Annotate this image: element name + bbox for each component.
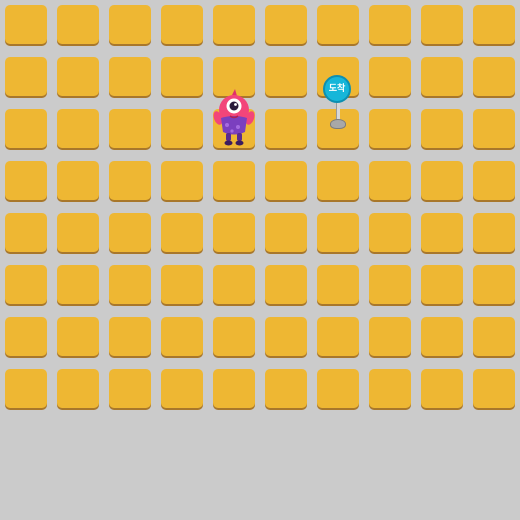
board-tile[interactable] [213,317,255,356]
board-tile[interactable] [265,161,307,200]
board-tile[interactable] [421,317,463,356]
arrival-sign-icon: 도착 [323,75,351,103]
board-tile[interactable] [369,369,411,408]
board-tile[interactable] [317,265,359,304]
board-tile[interactable] [109,161,151,200]
board-tile[interactable] [109,265,151,304]
board-tile[interactable] [317,161,359,200]
board-tile[interactable] [57,213,99,252]
board-tile[interactable] [57,317,99,356]
board-tile[interactable] [57,5,99,44]
board-tile[interactable] [213,161,255,200]
board-tile[interactable] [57,57,99,96]
board-tile[interactable] [265,213,307,252]
board-tile[interactable] [369,109,411,148]
board-tile[interactable] [213,5,255,44]
board-tile[interactable] [109,5,151,44]
board-tile[interactable] [473,5,515,44]
game-board [0,0,520,416]
board-tile[interactable] [473,369,515,408]
board-tile[interactable] [161,317,203,356]
board-tile[interactable] [421,265,463,304]
board-tile[interactable] [421,109,463,148]
board-tile[interactable] [161,265,203,304]
board-tile[interactable] [57,161,99,200]
board-tile[interactable] [5,57,47,96]
board-tile[interactable] [317,5,359,44]
goal-marker: 도착 [321,73,355,133]
board-tile[interactable] [421,161,463,200]
board-tile[interactable] [369,57,411,96]
board-tile[interactable] [421,369,463,408]
monster-character[interactable] [213,88,255,148]
board-tile[interactable] [5,265,47,304]
board-tile[interactable] [265,369,307,408]
board-tile[interactable] [473,109,515,148]
board-tile[interactable] [5,161,47,200]
board-tile[interactable] [161,213,203,252]
board-tile[interactable] [5,369,47,408]
board-tile[interactable] [57,109,99,148]
board-tile[interactable] [265,5,307,44]
board-tile[interactable] [109,57,151,96]
board-tile[interactable] [213,213,255,252]
board-tile[interactable] [161,161,203,200]
board-tile[interactable] [421,213,463,252]
board-tile[interactable] [369,213,411,252]
goal-base [330,119,346,129]
board-tile[interactable] [421,5,463,44]
board-tile[interactable] [317,369,359,408]
board-tile[interactable] [421,57,463,96]
board-tile[interactable] [109,369,151,408]
board-tile[interactable] [369,161,411,200]
goal-label: 도착 [328,84,346,94]
board-tile[interactable] [161,57,203,96]
board-tile[interactable] [213,369,255,408]
board-tile[interactable] [473,161,515,200]
board-tile[interactable] [109,109,151,148]
board-tile[interactable] [265,109,307,148]
board-tile[interactable] [109,213,151,252]
board-tile[interactable] [5,109,47,148]
board-tile[interactable] [473,265,515,304]
board-tile[interactable] [473,213,515,252]
board-tile[interactable] [161,109,203,148]
board-tile[interactable] [109,317,151,356]
board-tile[interactable] [317,213,359,252]
board-tile[interactable] [473,57,515,96]
board-tile[interactable] [369,265,411,304]
board-tile[interactable] [57,369,99,408]
board-tile[interactable] [317,317,359,356]
board-tile[interactable] [213,265,255,304]
board-tile[interactable] [473,317,515,356]
board-tile[interactable] [57,265,99,304]
board-tile[interactable] [265,57,307,96]
board-tile[interactable] [265,317,307,356]
board-tile[interactable] [265,265,307,304]
board-tile[interactable] [161,5,203,44]
board-tile[interactable] [369,5,411,44]
board-tile[interactable] [161,369,203,408]
pink-monster-icon [213,89,255,146]
board-tile[interactable] [369,317,411,356]
board-tile[interactable] [5,317,47,356]
board-tile[interactable] [5,213,47,252]
board-tile[interactable] [5,5,47,44]
